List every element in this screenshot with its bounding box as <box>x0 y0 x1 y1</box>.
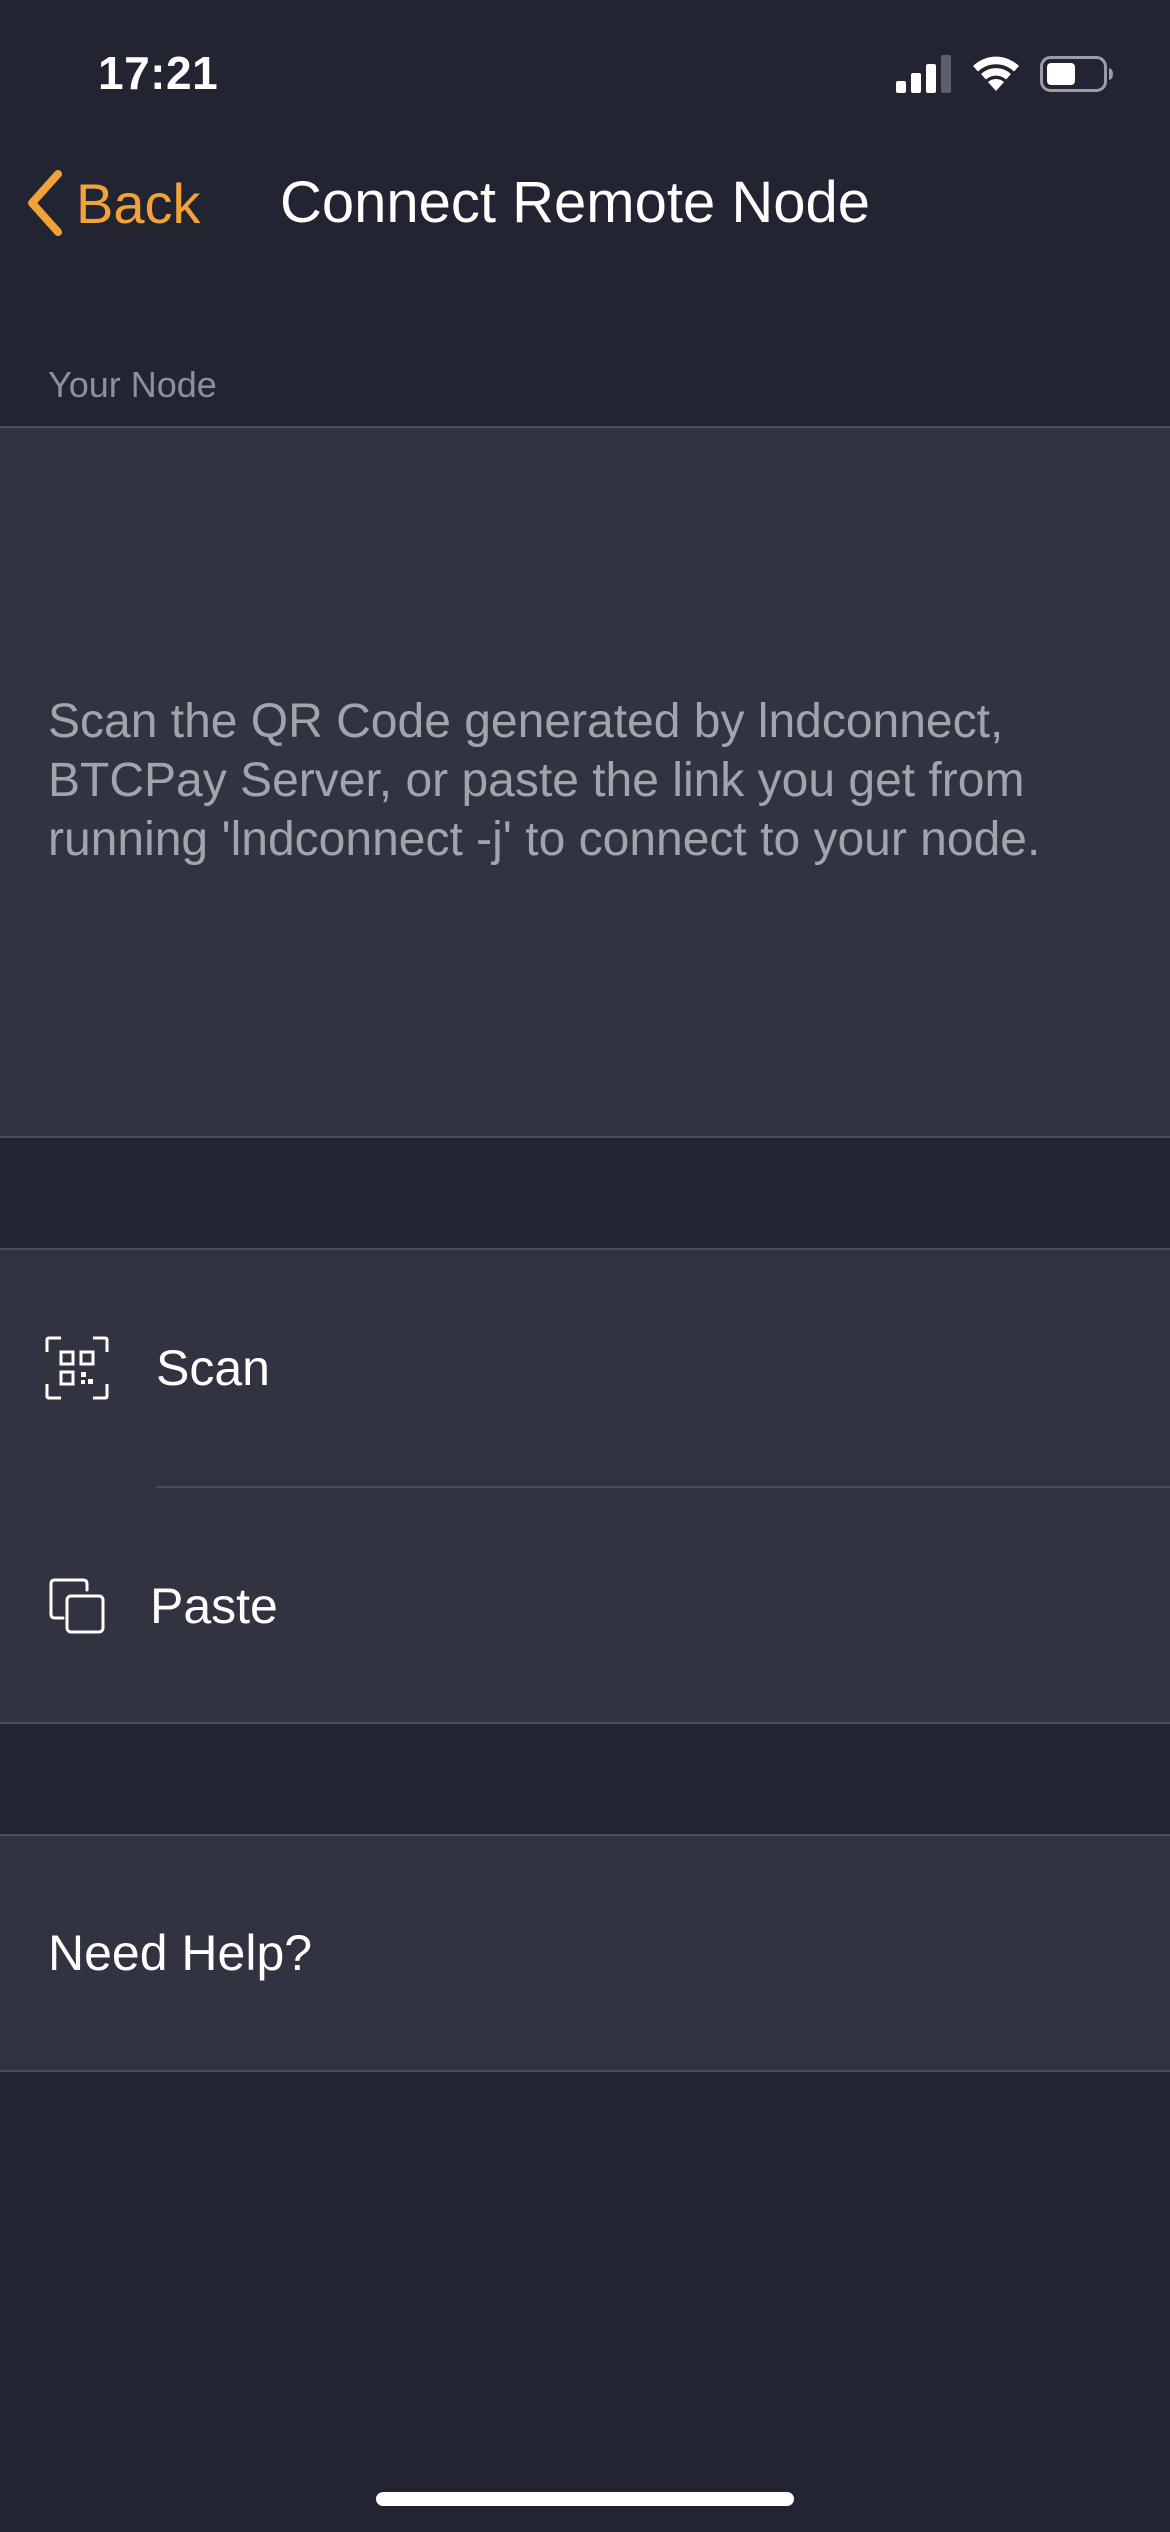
wifi-icon <box>973 56 1019 91</box>
home-indicator[interactable] <box>376 2492 794 2506</box>
scan-button[interactable]: Scan <box>0 1250 1170 1486</box>
status-icons <box>896 52 1114 96</box>
page-title: Connect Remote Node <box>280 170 870 235</box>
paste-icon <box>44 1573 110 1639</box>
back-label: Back <box>76 171 201 235</box>
cellular-signal-icon <box>896 55 951 93</box>
section-header: Your Node <box>48 364 217 405</box>
paste-label: Paste <box>150 1578 278 1634</box>
help-group: Need Help? <box>0 1834 1170 2072</box>
status-time: 17:21 <box>98 47 219 99</box>
instructions-cell: Scan the QR Code generated by lndconnect… <box>0 426 1170 1138</box>
back-button[interactable]: Back <box>24 168 201 238</box>
paste-button[interactable]: Paste <box>0 1488 1170 1724</box>
scan-label: Scan <box>156 1340 270 1396</box>
chevron-left-icon <box>28 170 62 236</box>
need-help-label: Need Help? <box>48 1925 313 1981</box>
need-help-button[interactable]: Need Help? <box>0 1836 1170 2070</box>
instructions-text: Scan the QR Code generated by lndconnect… <box>48 695 1041 866</box>
battery-icon <box>1040 56 1113 92</box>
actions-group: Scan Paste <box>0 1248 1170 1724</box>
qr-scan-icon <box>44 1335 110 1401</box>
status-bar: 17:21 <box>0 0 1170 150</box>
